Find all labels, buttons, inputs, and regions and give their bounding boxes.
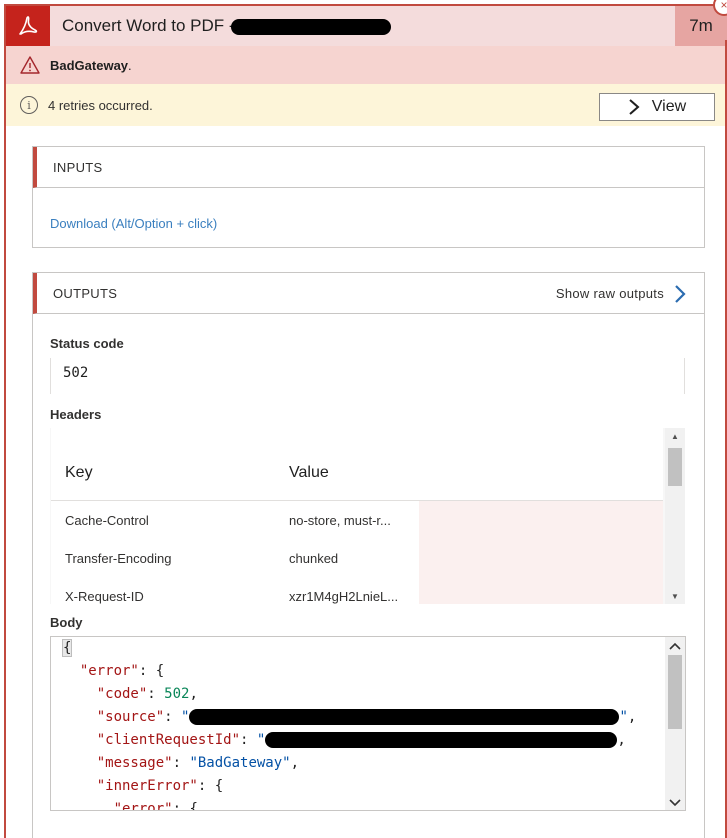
scroll-thumb[interactable] [668,448,682,486]
headers-table-content: Key Value Cache-Control no-store, must-r… [51,428,663,604]
action-title: Convert Word to PDF - [62,16,235,35]
table-row: Cache-Control no-store, must-r... [51,501,663,539]
value-column-header: Value [289,464,329,481]
retry-banner: i 4 retries occurred. View [6,84,727,126]
body-code: { "error": { "code": 502, "source": " ", … [61,639,637,811]
headers-table: Key Value Cache-Control no-store, must-r… [50,428,685,604]
outputs-panel: OUTPUTS Show raw outputs Status code 502… [32,272,705,838]
headers-scrollbar[interactable]: ▲ ▼ [665,428,685,604]
download-inputs-link[interactable]: Download (Alt/Option + click) [50,216,217,231]
body-json-viewer[interactable]: { "error": { "code": 502, "source": " ", … [50,636,686,811]
raw-outputs-label: Show raw outputs [555,286,664,301]
body-label: Body [50,615,83,630]
outputs-heading: OUTPUTS [53,285,118,301]
error-banner: BadGateway. [6,46,727,84]
error-message: BadGateway. [50,57,132,73]
body-scrollbar[interactable] [665,637,685,810]
outputs-header: OUTPUTS Show raw outputs [33,273,704,314]
chevron-down-icon[interactable] [665,794,685,810]
retry-message: 4 retries occurred. [48,97,153,113]
table-row: X-Request-ID xzr1M4gH2LnieL... [51,577,663,604]
table-row: Transfer-Encoding chunked [51,539,663,577]
view-retries-button[interactable]: View [599,93,715,121]
acrobat-icon [6,6,50,46]
chevron-right-icon [629,99,640,115]
status-code-label: Status code [50,336,124,351]
inputs-heading: INPUTS [33,147,704,188]
scroll-up-icon[interactable]: ▲ [665,428,685,444]
view-button-label: View [651,98,687,115]
action-titlebar[interactable]: Convert Word to PDF - 7m [6,6,727,46]
action-card: Convert Word to PDF - 7m × BadGateway. i… [4,0,727,838]
status-code-value: 502 [50,358,685,394]
chevron-right-icon [675,284,686,303]
inputs-panel: INPUTS Download (Alt/Option + click) [32,146,705,248]
headers-table-header: Key Value [51,428,663,501]
redacted-title-part [231,19,391,35]
headers-label: Headers [50,407,102,422]
show-raw-outputs-link[interactable]: Show raw outputs [556,273,686,314]
scroll-down-icon[interactable]: ▼ [665,588,685,604]
scroll-thumb[interactable] [668,655,682,729]
info-icon: i [20,96,38,114]
warning-icon [20,56,40,74]
key-column-header: Key [65,464,93,481]
chevron-up-icon[interactable] [665,637,685,655]
